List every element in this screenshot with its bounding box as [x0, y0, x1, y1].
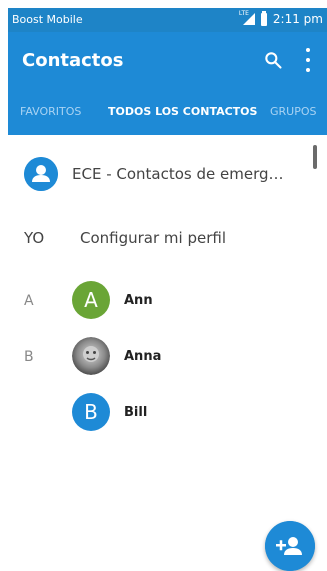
- tab-favoritos[interactable]: FAVORITOS: [20, 105, 81, 118]
- network-type: LTE: [238, 10, 249, 17]
- section-header: YO: [24, 229, 45, 247]
- avatar-initial: A: [84, 288, 98, 312]
- contact-name: Anna: [124, 349, 162, 364]
- status-icons: LTE 2:11 pm: [238, 10, 323, 26]
- clock: 2:11 pm: [272, 12, 323, 26]
- avatar-initial: B: [84, 400, 98, 424]
- section-header: B: [24, 349, 34, 365]
- list-item[interactable]: B Anna: [8, 337, 327, 393]
- carrier-label: Boost Mobile: [12, 13, 83, 26]
- signal-icon: LTE: [238, 10, 255, 25]
- dot: [306, 48, 310, 52]
- person-icon: [24, 157, 58, 191]
- contacts-list[interactable]: ECE - Contactos de emerg… YO Configurar …: [8, 135, 327, 568]
- avatar-photo: [72, 337, 110, 375]
- tab-label: TODOS LOS CONTACTOS: [108, 105, 258, 118]
- page-title: Contactos: [22, 50, 124, 71]
- tab-label: FAVORITOS: [20, 105, 82, 118]
- status-bar: Boost Mobile LTE 2:11 pm: [8, 8, 327, 32]
- list-item-profile[interactable]: YO Configurar mi perfil: [8, 221, 327, 277]
- battery-icon: [260, 10, 267, 26]
- tab-label: GRUPOS: [270, 105, 317, 118]
- contact-name: Bill: [124, 405, 148, 420]
- contact-name: Ann: [124, 293, 153, 308]
- tab-grupos[interactable]: GRUPOS: [270, 105, 317, 118]
- profile-label: Configurar mi perfil: [80, 229, 227, 247]
- dot: [306, 68, 310, 72]
- add-contact-button[interactable]: [265, 521, 315, 571]
- dot: [306, 58, 310, 62]
- more-vert-icon[interactable]: [303, 48, 313, 72]
- tab-bar: FAVORITOS TODOS LOS CONTACTOS GRUPOS: [8, 91, 327, 138]
- tab-todos[interactable]: TODOS LOS CONTACTOS: [100, 105, 266, 138]
- app-bar: Contactos FAVORITOS TODOS LOS CONTACTOS …: [8, 32, 327, 138]
- list-item[interactable]: A A Ann: [8, 281, 327, 337]
- list-item[interactable]: B Bill: [8, 393, 327, 449]
- emergency-label: ECE - Contactos de emerg…: [72, 165, 284, 183]
- avatar: B: [72, 393, 110, 431]
- avatar: A: [72, 281, 110, 319]
- search-icon[interactable]: [263, 50, 283, 70]
- list-item-emergency[interactable]: ECE - Contactos de emerg…: [8, 157, 327, 213]
- section-header: A: [24, 293, 34, 309]
